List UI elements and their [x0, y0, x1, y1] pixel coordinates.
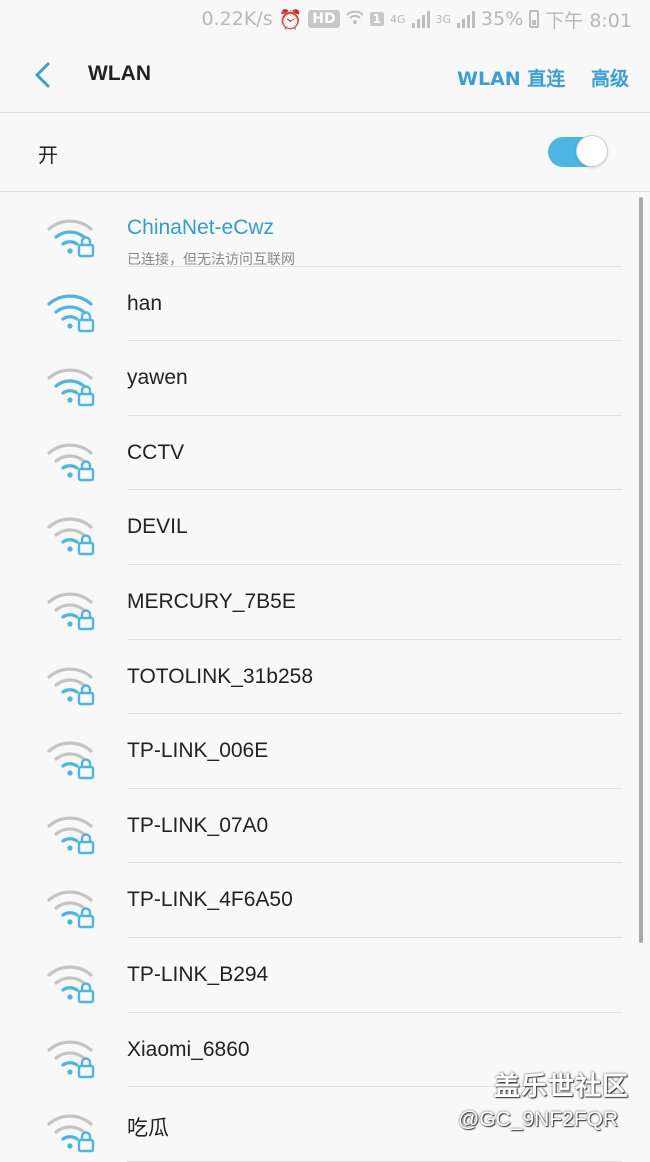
network-item[interactable]: TP-LINK_4F6A50: [0, 863, 650, 938]
network-name: 吃瓜: [127, 1117, 169, 1141]
wifi-lock-icon: [46, 1035, 96, 1079]
app-header: WLAN WLAN 直连 高级: [0, 38, 650, 112]
network-name: MERCURY_7B5E: [127, 590, 296, 613]
alarm-icon: ⏰: [278, 8, 303, 31]
network-item[interactable]: MERCURY_7B5E: [0, 565, 650, 640]
back-icon[interactable]: [30, 60, 58, 90]
watermark-user: @GC_9NF2FQR: [458, 1108, 619, 1131]
network-list: ChinaNet-eCwz 已连接，但无法访问互联网 han yawen CCTV DEV…: [0, 192, 650, 1162]
wifi-lock-icon: [46, 512, 96, 556]
wifi-lock-icon: [46, 363, 96, 407]
wifi-lock-icon: [46, 289, 96, 333]
wifi-lock-icon: [46, 587, 96, 631]
toggle-label: 开: [38, 143, 58, 167]
network-item[interactable]: DEVIL: [0, 490, 650, 565]
network-item[interactable]: TP-LINK_006E: [0, 714, 650, 789]
network-item[interactable]: TP-LINK_B294: [0, 938, 650, 1013]
network-name: CCTV: [127, 440, 185, 464]
network-type-2: 3G: [435, 12, 452, 26]
wifi-lock-icon: [46, 885, 96, 929]
wifi-lock-icon: [46, 662, 96, 706]
network-speed: 0.22K/s: [201, 8, 273, 30]
network-name: Xiaomi_6860: [127, 1037, 250, 1061]
wlan-switch-knob[interactable]: [576, 135, 608, 167]
battery-icon: [529, 10, 540, 28]
watermark-title: 盖乐世社区: [494, 1072, 630, 1102]
network-name: yawen: [127, 366, 188, 390]
network-name: TP-LINK_07A0: [127, 813, 269, 837]
network-type-1: 4G: [389, 12, 406, 26]
wifi-lock-icon: [46, 1109, 96, 1153]
signal-bars-icon: [457, 10, 476, 28]
clock: 下午 8:01: [545, 9, 632, 32]
network-name: TP-LINK_B294: [127, 963, 269, 986]
advanced-button[interactable]: 高级: [591, 64, 629, 91]
wifi-lock-icon: [46, 438, 96, 482]
network-name: TOTOLINK_31b258: [127, 664, 314, 688]
wifi-lock-icon: [46, 960, 96, 1004]
status-bar: 0.22K/s ⏰ HD 1 4G 3G 35% 下午 8:01: [0, 0, 650, 38]
network-item[interactable]: TP-LINK_07A0: [0, 789, 650, 864]
page-title: WLAN: [88, 62, 151, 85]
network-name: DEVIL: [127, 515, 188, 539]
network-name: han: [127, 291, 163, 315]
network-name: ChinaNet-eCwz: [127, 216, 275, 239]
signal-bars-icon: [411, 10, 430, 28]
hd-badge: HD: [308, 10, 340, 28]
wifi-status-icon: [345, 8, 364, 30]
wifi-lock-icon: [46, 214, 96, 258]
wifi-lock-icon: [46, 811, 96, 855]
wifi-lock-icon: [46, 736, 96, 780]
network-item[interactable]: CCTV: [0, 416, 650, 491]
sim-badge: 1: [369, 12, 384, 26]
battery-percent: 35%: [481, 8, 524, 30]
network-item[interactable]: ChinaNet-eCwz 已连接，但无法访问互联网: [0, 192, 650, 268]
wlan-direct-button[interactable]: WLAN 直连: [457, 64, 565, 91]
network-name: TP-LINK_4F6A50: [127, 888, 293, 912]
network-item[interactable]: yawen: [0, 341, 650, 416]
network-name: TP-LINK_006E: [127, 739, 269, 763]
scrollbar[interactable]: [639, 197, 643, 943]
network-item[interactable]: TOTOLINK_31b258: [0, 640, 650, 715]
network-item[interactable]: han: [0, 267, 650, 342]
